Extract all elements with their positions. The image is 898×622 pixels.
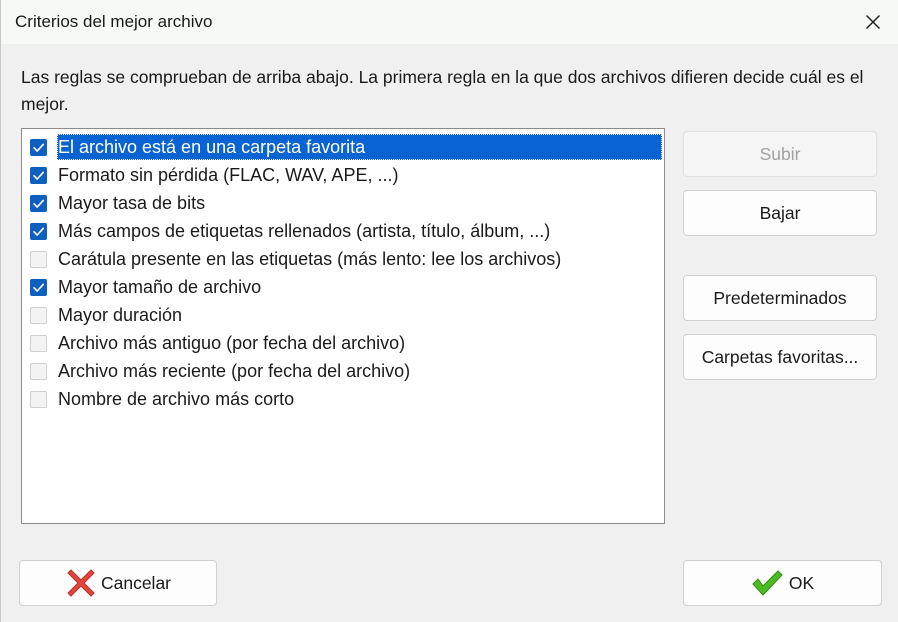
rule-checkbox[interactable] [30, 166, 47, 184]
rule-item[interactable]: Mayor tasa de bits [25, 189, 663, 217]
rule-checkbox[interactable] [30, 250, 47, 268]
rule-checkbox[interactable] [30, 222, 47, 240]
defaults-button[interactable]: Predeterminados [683, 275, 877, 321]
rule-label: Mayor tamaño de archivo [58, 277, 262, 297]
rule-checkbox[interactable] [30, 362, 47, 380]
cancel-button[interactable]: Cancelar [19, 560, 217, 606]
cancel-button-label: Cancelar [100, 572, 172, 593]
window-title: Criterios del mejor archivo [15, 12, 213, 31]
check-icon [33, 143, 44, 152]
rules-list[interactable]: El archivo está en una carpeta favorita F… [21, 128, 665, 524]
check-icon [33, 283, 44, 292]
rule-label: Mayor duración [58, 305, 183, 325]
rule-checkbox[interactable] [30, 278, 47, 296]
rule-item[interactable]: Archivo más reciente (por fecha del arch… [25, 357, 663, 385]
rules-description: Las reglas se comprueban de arriba abajo… [21, 67, 864, 114]
rule-item[interactable]: Más campos de etiquetas rellenados (arti… [25, 217, 663, 245]
rule-label: Nombre de archivo más corto [58, 389, 295, 409]
title-bar[interactable]: Criterios del mejor archivo [1, 0, 898, 44]
rule-label: Carátula presente en las etiquetas (más … [58, 249, 562, 269]
rule-label: Archivo más reciente (por fecha del arch… [58, 361, 411, 381]
check-icon [33, 171, 44, 180]
favorite-folders-button[interactable]: Carpetas favoritas... [683, 334, 877, 380]
ok-button-label: OK [788, 572, 815, 593]
rule-label: Mayor tasa de bits [58, 193, 206, 213]
rule-item[interactable]: El archivo está en una carpeta favorita [25, 133, 663, 161]
rule-label: Archivo más antiguo (por fecha del archi… [58, 333, 406, 353]
ok-button[interactable]: OK [683, 560, 882, 606]
move-up-button[interactable]: Subir [683, 131, 877, 177]
rule-label: Más campos de etiquetas rellenados (arti… [58, 221, 551, 241]
rule-checkbox[interactable] [30, 194, 47, 212]
dialog-window: Criterios del mejor archivo Las reglas s… [0, 0, 898, 622]
checkmark-icon [751, 569, 783, 597]
close-button[interactable] [851, 4, 895, 40]
rule-checkbox[interactable] [30, 334, 47, 352]
check-icon [33, 199, 44, 208]
rule-checkbox[interactable] [30, 390, 47, 408]
rule-item[interactable]: Nombre de archivo más corto [25, 385, 663, 413]
rule-checkbox[interactable] [30, 138, 47, 156]
rule-item[interactable]: Formato sin pérdida (FLAC, WAV, APE, ...… [25, 161, 663, 189]
rule-item[interactable]: Mayor duración [25, 301, 663, 329]
move-down-button[interactable]: Bajar [683, 190, 877, 236]
check-icon [33, 227, 44, 236]
rule-label: Formato sin pérdida (FLAC, WAV, APE, ...… [58, 165, 399, 185]
rule-checkbox[interactable] [30, 306, 47, 324]
rule-item[interactable]: Carátula presente en las etiquetas (más … [25, 245, 663, 273]
cancel-x-icon [65, 567, 97, 599]
close-icon [866, 15, 880, 29]
rule-label: El archivo está en una carpeta favorita [57, 134, 662, 160]
rule-item[interactable]: Archivo más antiguo (por fecha del archi… [25, 329, 663, 357]
rule-item[interactable]: Mayor tamaño de archivo [25, 273, 663, 301]
